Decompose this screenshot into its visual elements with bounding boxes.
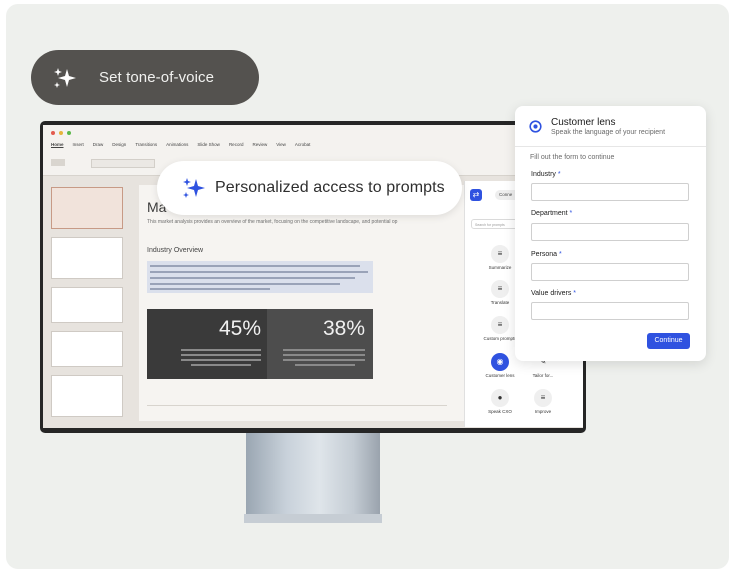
card-subtitle: Speak the language of your recipient <box>551 129 666 136</box>
persona-input[interactable] <box>531 263 689 281</box>
section-heading: Industry Overview <box>147 247 204 254</box>
prompt-translate-button[interactable]: ≡ Translate <box>480 280 520 305</box>
custom-prompts-icon: ≡ <box>491 316 509 334</box>
monitor-stand-base <box>244 514 382 523</box>
ribbon-menu: Home Insert Draw Design Transitions Anim… <box>51 142 310 147</box>
tab-home[interactable]: Home <box>51 142 64 147</box>
stat-card: 45% <box>147 309 267 379</box>
prompt-label: Tailor for... <box>532 373 554 378</box>
stat-value: 38% <box>323 317 366 340</box>
card-header: Customer lens Speak the language of your… <box>515 106 706 147</box>
prompt-label: Custom prompts <box>483 336 517 341</box>
personalized-access-pill: Personalized access to prompts <box>157 161 462 215</box>
customer-lens-card: Customer lens Speak the language of your… <box>515 106 706 361</box>
sparkle-icon <box>52 65 78 91</box>
slide-thumbnail[interactable] <box>51 187 123 229</box>
highlighted-paragraph <box>147 261 373 293</box>
tab-draw[interactable]: Draw <box>93 142 104 147</box>
prompt-search-input[interactable]: Search for prompts <box>471 219 519 229</box>
industry-input[interactable] <box>531 183 689 201</box>
slide-footer-line <box>147 405 447 406</box>
value-drivers-input[interactable] <box>531 302 689 320</box>
slide-subtitle: This market analysis provides an overvie… <box>147 219 398 225</box>
value-drivers-label: Value drivers * <box>531 290 577 297</box>
slide-canvas[interactable]: Ma This market analysis provides an over… <box>139 185 509 421</box>
translate-icon: ≡ <box>491 280 509 298</box>
tone-of-voice-pill: Set tone-of-voice <box>31 50 259 105</box>
tab-animations[interactable]: Animations <box>166 142 188 147</box>
target-icon: ◉ <box>491 353 509 371</box>
industry-label: Industry * <box>531 171 561 178</box>
prompt-label: Translate <box>490 300 510 305</box>
form-intro: Fill out the form to continue <box>530 154 615 161</box>
prompt-summarize-button[interactable]: ≡ Summarize <box>480 245 520 270</box>
continue-button[interactable]: Continue <box>647 333 690 349</box>
stat-card: 38% <box>267 309 373 379</box>
prompt-custom-button[interactable]: ≡ Custom prompts <box>480 316 520 341</box>
tone-of-voice-label: Set tone-of-voice <box>99 69 215 86</box>
chat-icon: ● <box>491 389 509 407</box>
summarize-icon: ≡ <box>491 245 509 263</box>
target-icon <box>529 120 542 133</box>
persona-label: Persona * <box>531 251 562 258</box>
tab-transitions[interactable]: Transitions <box>135 142 157 147</box>
monitor-stand <box>246 430 380 518</box>
tab-slide-show[interactable]: Slide Show <box>197 142 220 147</box>
window-controls[interactable] <box>51 131 71 135</box>
tab-design[interactable]: Design <box>112 142 126 147</box>
department-label: Department * <box>531 210 573 217</box>
stat-value: 45% <box>219 317 262 340</box>
prompt-label: Summarize <box>488 265 512 270</box>
app-logo-icon: ⇄ <box>470 189 482 201</box>
tab-review[interactable]: Review <box>252 142 267 147</box>
personalized-access-label: Personalized access to prompts <box>215 179 445 196</box>
prompt-speak-cxo-button[interactable]: ● Speak CXO <box>480 389 520 414</box>
tab-view[interactable]: View <box>276 142 286 147</box>
slide-thumbnail[interactable] <box>51 287 123 323</box>
prompt-customer-lens-button[interactable]: ◉ Customer lens <box>480 353 520 378</box>
department-input[interactable] <box>531 223 689 241</box>
prompt-label: Customer lens <box>485 373 515 378</box>
improve-icon: ≡ <box>534 389 552 407</box>
tab-acrobat[interactable]: Acrobat <box>295 142 311 147</box>
slide-thumbnail[interactable] <box>51 237 123 279</box>
prompt-improve-button[interactable]: ≡ Improve <box>523 389 563 414</box>
tab-insert[interactable]: Insert <box>73 142 84 147</box>
sparkle-icon <box>181 175 207 201</box>
tab-record[interactable]: Record <box>229 142 244 147</box>
prompt-label: Speak CXO <box>488 409 512 414</box>
prompt-label: Improve <box>534 409 552 414</box>
slide-thumbnail[interactable] <box>51 331 123 367</box>
slide-thumbnail[interactable] <box>51 375 123 417</box>
card-title: Customer lens <box>551 117 616 128</box>
slide-thumbnails <box>51 187 123 425</box>
